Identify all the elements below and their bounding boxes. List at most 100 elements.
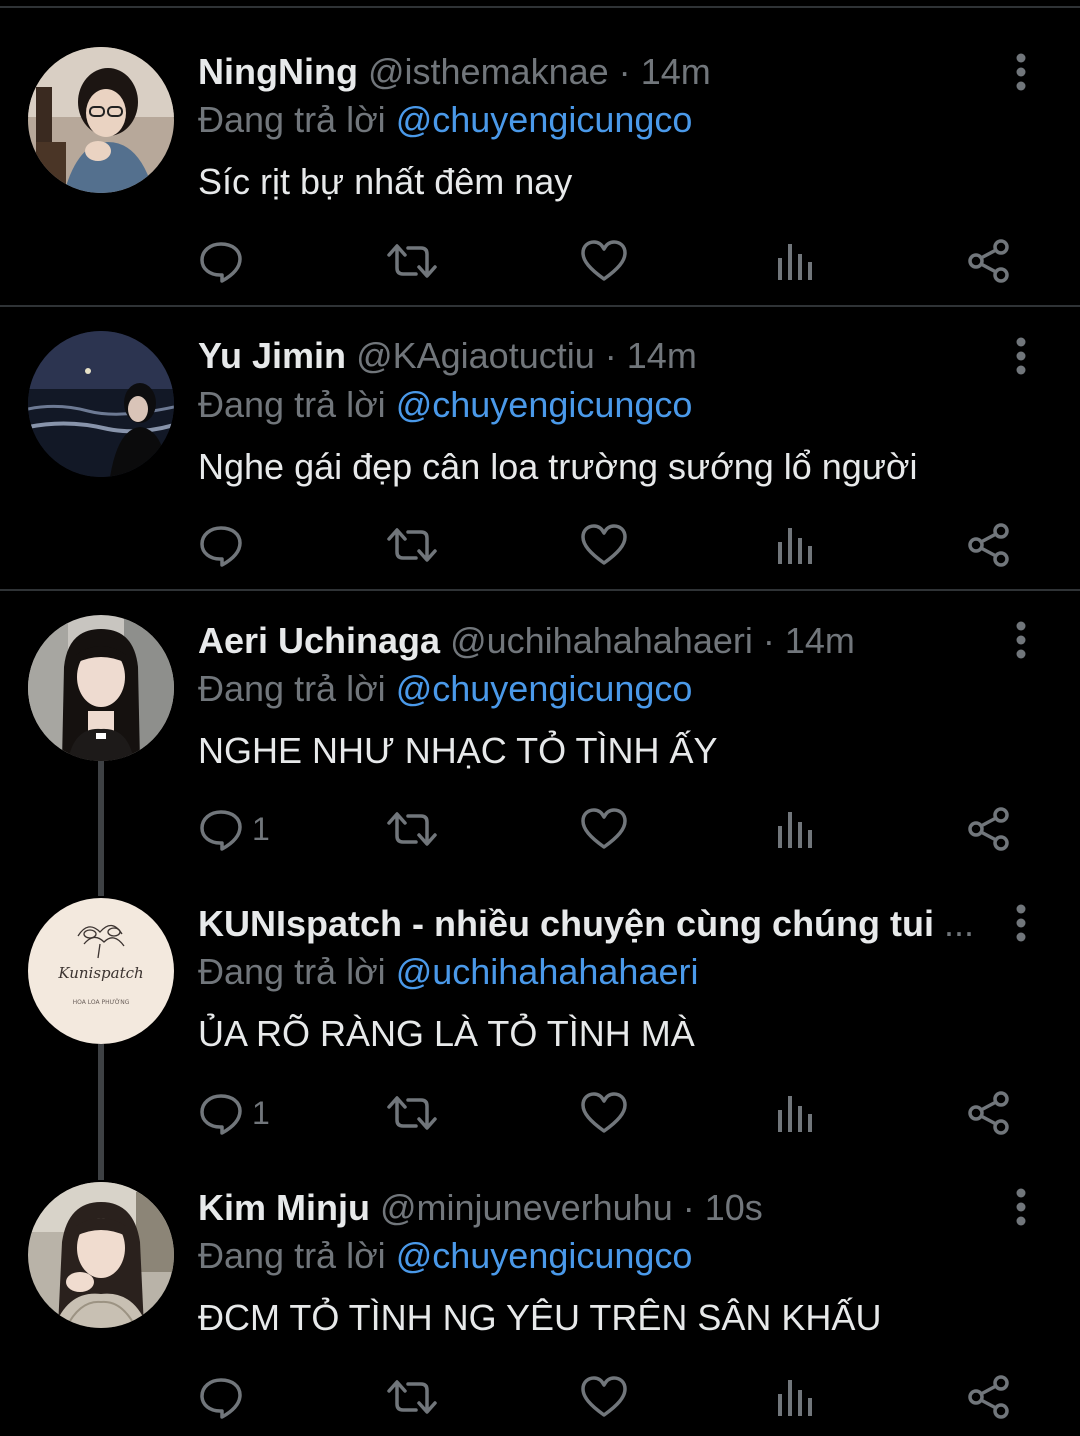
replying-to-user[interactable]: @chuyengicungco bbox=[396, 668, 693, 709]
views-button[interactable] bbox=[776, 1370, 816, 1424]
reply-count: 1 bbox=[252, 1094, 270, 1131]
share-icon bbox=[968, 807, 1009, 851]
tweet-4[interactable]: Kunispatch HOA LOA PHƯỜNG KUNIspatch - n… bbox=[0, 874, 1080, 1158]
heart-icon bbox=[581, 808, 627, 849]
user-handle[interactable]: @minjuneverhuhu bbox=[380, 1187, 673, 1228]
user-handle[interactable]: @isthemaknae bbox=[368, 51, 609, 92]
more-options-button[interactable] bbox=[1004, 50, 1038, 94]
share-button[interactable] bbox=[966, 802, 1012, 856]
timestamp[interactable]: 14m bbox=[641, 51, 711, 92]
views-icon bbox=[778, 244, 812, 280]
display-name[interactable]: Aeri Uchinaga bbox=[198, 620, 440, 661]
timestamp[interactable]: 14m bbox=[785, 620, 855, 661]
share-icon bbox=[968, 523, 1009, 567]
tweet-5[interactable]: Kim Minju @minjuneverhuhu · 10s Đang trả… bbox=[0, 1158, 1080, 1436]
views-icon bbox=[778, 1380, 812, 1416]
reply-button[interactable]: 1 bbox=[198, 1086, 270, 1140]
retweet-button[interactable] bbox=[386, 1086, 438, 1140]
views-icon bbox=[778, 1096, 812, 1132]
avatar[interactable] bbox=[28, 331, 174, 477]
heart-icon bbox=[581, 1376, 627, 1417]
user-handle[interactable]: @uchihahahahaeri bbox=[450, 620, 753, 661]
share-button[interactable] bbox=[966, 518, 1012, 572]
retweet-icon bbox=[387, 812, 437, 846]
reply-button[interactable]: 1 bbox=[198, 802, 270, 856]
replying-to-label: Đang trả lời bbox=[198, 951, 386, 992]
replying-to-user[interactable]: @chuyengicungco bbox=[396, 99, 693, 140]
logo-subtext: HOA LOA PHƯỜNG bbox=[73, 999, 130, 1006]
avatar[interactable] bbox=[28, 1182, 174, 1328]
more-options-button[interactable] bbox=[1004, 334, 1038, 378]
views-button[interactable] bbox=[776, 802, 816, 856]
display-name[interactable]: Kim Minju bbox=[198, 1187, 370, 1228]
views-button[interactable] bbox=[776, 234, 816, 288]
tweet-2[interactable]: Yu Jimin @KAgiaotuctiu · 14m Đang trả lờ… bbox=[0, 307, 1080, 589]
share-button[interactable] bbox=[966, 1086, 1012, 1140]
share-icon bbox=[968, 1091, 1009, 1135]
name-truncation: ... bbox=[944, 903, 975, 944]
like-button[interactable] bbox=[580, 802, 628, 856]
share-icon bbox=[968, 239, 1009, 283]
reply-icon bbox=[200, 242, 242, 283]
timestamp[interactable]: 14m bbox=[627, 335, 697, 376]
separator-dot: · bbox=[682, 1187, 695, 1228]
retweet-icon bbox=[387, 528, 437, 562]
more-options-button[interactable] bbox=[1004, 618, 1038, 662]
retweet-button[interactable] bbox=[386, 802, 438, 856]
views-icon bbox=[778, 812, 812, 848]
avatar[interactable] bbox=[28, 615, 174, 761]
tweet-text: ĐCM TỎ TÌNH NG YÊU TRÊN SÂN KHẤU bbox=[198, 1297, 882, 1338]
avatar[interactable]: Kunispatch HOA LOA PHƯỜNG bbox=[28, 898, 174, 1044]
reply-button[interactable] bbox=[198, 518, 252, 572]
reply-icon bbox=[200, 526, 242, 567]
display-name[interactable]: NingNing bbox=[198, 51, 358, 92]
separator-dot: · bbox=[604, 335, 617, 376]
like-button[interactable] bbox=[580, 1086, 628, 1140]
separator-dot: · bbox=[762, 620, 775, 661]
avatar[interactable] bbox=[28, 47, 174, 193]
tweet-3[interactable]: Aeri Uchinaga @uchihahahahaeri · 14m Đan… bbox=[0, 591, 1080, 874]
replying-to-user[interactable]: @uchihahahahaeri bbox=[396, 951, 699, 992]
more-vertical-icon bbox=[1016, 337, 1026, 375]
more-options-button[interactable] bbox=[1004, 901, 1038, 945]
replying-to-label: Đang trả lời bbox=[198, 668, 386, 709]
more-vertical-icon bbox=[1016, 904, 1026, 942]
replying-to-label: Đang trả lời bbox=[198, 384, 386, 425]
tweet-header: Yu Jimin @KAgiaotuctiu · 14m bbox=[198, 331, 978, 381]
logo-text: Kunispatch bbox=[57, 964, 143, 982]
reply-count: 1 bbox=[252, 810, 270, 847]
reply-icon bbox=[200, 1094, 242, 1135]
tweet-text: ỦA RÕ RÀNG LÀ TỎ TÌNH MÀ bbox=[198, 1013, 695, 1054]
share-button[interactable] bbox=[966, 234, 1012, 288]
reply-icon bbox=[200, 810, 242, 851]
tweet-header: KUNIspatch - nhiều chuyện cùng chúng tui… bbox=[198, 899, 988, 949]
replying-to: Đang trả lời @chuyengicungco bbox=[198, 95, 692, 145]
share-button[interactable] bbox=[966, 1370, 1012, 1424]
more-vertical-icon bbox=[1016, 621, 1026, 659]
more-options-button[interactable] bbox=[1004, 1185, 1038, 1229]
reply-button[interactable] bbox=[198, 1370, 252, 1424]
user-handle[interactable]: @KAgiaotuctiu bbox=[356, 335, 595, 376]
timestamp[interactable]: 10s bbox=[705, 1187, 763, 1228]
like-button[interactable] bbox=[580, 234, 628, 288]
replying-to-user[interactable]: @chuyengicungco bbox=[396, 384, 693, 425]
tweet-header: Aeri Uchinaga @uchihahahahaeri · 14m bbox=[198, 616, 978, 666]
tweet-text: Síc rịt bự nhất đêm nay bbox=[198, 161, 573, 202]
replying-to-label: Đang trả lời bbox=[198, 1235, 386, 1276]
reply-button[interactable] bbox=[198, 234, 252, 288]
retweet-icon bbox=[387, 1380, 437, 1414]
views-button[interactable] bbox=[776, 1086, 816, 1140]
tweet-1[interactable]: NingNing @isthemaknae · 14m Đang trả lời… bbox=[0, 0, 1080, 306]
like-button[interactable] bbox=[580, 1370, 628, 1424]
retweet-button[interactable] bbox=[386, 518, 438, 572]
retweet-button[interactable] bbox=[386, 234, 438, 288]
more-vertical-icon bbox=[1016, 1188, 1026, 1226]
display-name[interactable]: Yu Jimin bbox=[198, 335, 346, 376]
views-button[interactable] bbox=[776, 518, 816, 572]
replying-to-label: Đang trả lời bbox=[198, 99, 386, 140]
retweet-button[interactable] bbox=[386, 1370, 438, 1424]
replying-to: Đang trả lời @chuyengicungco bbox=[198, 1231, 692, 1281]
display-name[interactable]: KUNIspatch - nhiều chuyện cùng chúng tui bbox=[198, 903, 934, 944]
like-button[interactable] bbox=[580, 518, 628, 572]
replying-to-user[interactable]: @chuyengicungco bbox=[396, 1235, 693, 1276]
